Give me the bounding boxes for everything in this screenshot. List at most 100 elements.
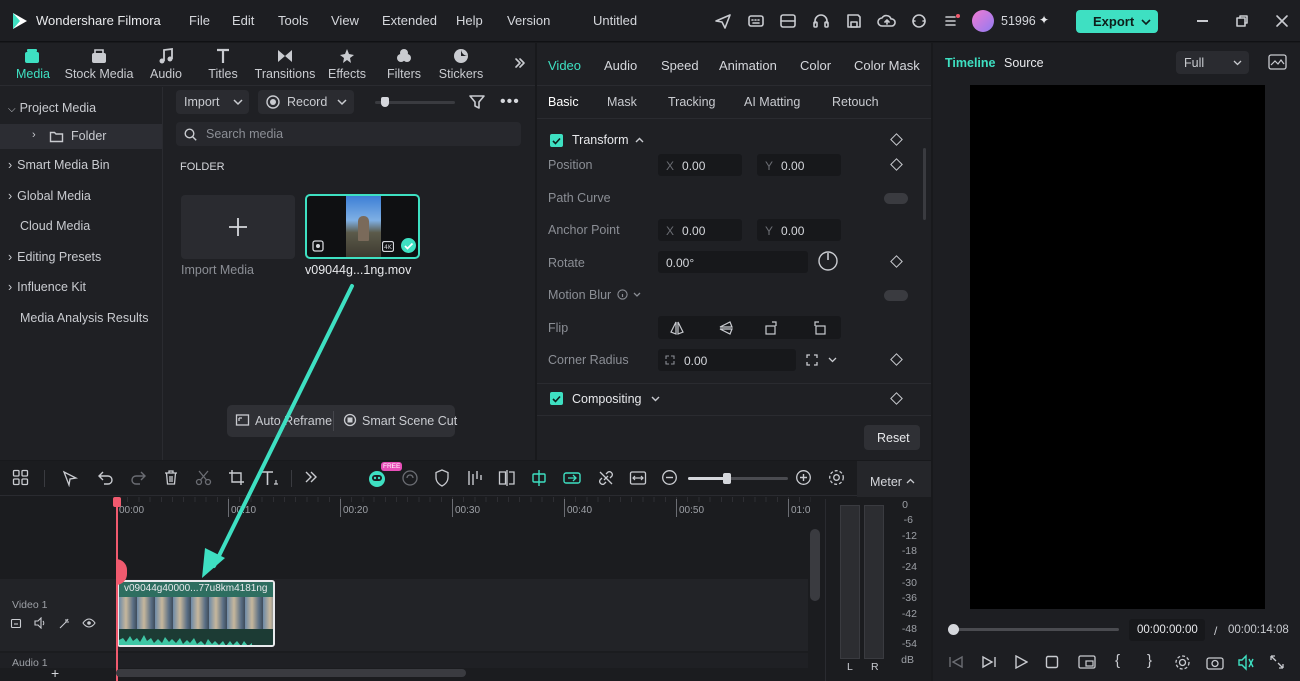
subtab-ai-matting[interactable]: AI Matting	[744, 95, 800, 109]
menu-file[interactable]: File	[189, 13, 210, 28]
corner-radius-field[interactable]: 0.00	[658, 349, 796, 371]
rotate-right-icon[interactable]	[764, 320, 780, 335]
stop-icon[interactable]	[1045, 655, 1059, 669]
eye-icon[interactable]	[82, 618, 96, 628]
effects-track-icon[interactable]	[58, 617, 71, 630]
text-tool-icon[interactable]	[260, 469, 280, 487]
rotate-left-icon[interactable]	[811, 320, 827, 335]
chevron-up-icon[interactable]	[635, 137, 644, 143]
more-tools-icon[interactable]	[304, 469, 318, 485]
support-icon[interactable]	[910, 12, 928, 30]
link-icon[interactable]	[597, 469, 615, 487]
speed-ramp-icon[interactable]	[401, 469, 419, 487]
info-icon[interactable]	[617, 289, 628, 300]
zoom-out-icon[interactable]	[661, 469, 678, 486]
timeline-settings-icon[interactable]	[828, 469, 845, 486]
media-clip-thumbnail[interactable]: 4K	[305, 194, 420, 259]
menu-version[interactable]: Version	[507, 13, 550, 28]
toolbar-more-icon[interactable]	[514, 57, 526, 69]
menu-edit[interactable]: Edit	[232, 13, 254, 28]
export-button[interactable]: Export	[1076, 10, 1158, 33]
rotate-dial-icon[interactable]	[817, 250, 839, 272]
camera-icon[interactable]	[1206, 655, 1224, 670]
zoom-in-icon[interactable]	[795, 469, 812, 486]
search-input[interactable]: Search media	[176, 122, 521, 146]
transform-checkbox[interactable]	[550, 134, 563, 147]
keyboard-icon[interactable]	[747, 12, 765, 30]
subtab-retouch[interactable]: Retouch	[832, 95, 879, 109]
quality-select[interactable]: Full	[1176, 51, 1249, 74]
keyframe-icon[interactable]	[890, 133, 903, 146]
flip-vertical-icon[interactable]	[718, 320, 734, 335]
menu-view[interactable]: View	[331, 13, 359, 28]
more-options-icon[interactable]: •••	[500, 93, 520, 111]
expand-icon[interactable]	[1270, 655, 1284, 669]
tab-source[interactable]: Source	[1004, 56, 1044, 70]
keyframe-icon[interactable]	[890, 158, 903, 171]
sidebar-item-folder[interactable]: › Folder	[0, 124, 162, 149]
mark-out-icon[interactable]: }	[1147, 652, 1152, 669]
sidebar-item-cloud-media[interactable]: Cloud Media	[20, 219, 90, 233]
sidebar-item-smart-media-bin[interactable]: › Smart Media Bin	[8, 158, 110, 172]
menu-help[interactable]: Help	[456, 13, 483, 28]
delete-icon[interactable]	[163, 469, 179, 486]
tab-color-mask[interactable]: Color Mask	[854, 58, 920, 73]
chevron-down-icon[interactable]	[828, 357, 837, 363]
snap-icon[interactable]	[530, 469, 548, 487]
reset-button[interactable]: Reset	[864, 425, 920, 450]
tab-color[interactable]: Color	[800, 58, 831, 73]
close-icon[interactable]	[1275, 14, 1289, 28]
keyframe-icon[interactable]	[890, 392, 903, 405]
path-curve-toggle[interactable]	[884, 193, 908, 204]
avatar[interactable]	[972, 10, 994, 32]
timeline-horizontal-scrollbar[interactable]	[116, 669, 466, 677]
import-button[interactable]: Import	[176, 90, 249, 114]
slider-handle[interactable]	[381, 97, 389, 107]
chevron-down-icon[interactable]	[651, 396, 660, 402]
mark-in-icon[interactable]: {	[1115, 652, 1120, 669]
zoom-slider[interactable]	[688, 473, 788, 484]
play-icon[interactable]	[1014, 655, 1028, 669]
position-y-field[interactable]: Y 0.00	[757, 154, 841, 176]
save-icon[interactable]	[845, 12, 863, 30]
tab-animation[interactable]: Animation	[719, 58, 777, 73]
sidebar-item-global-media[interactable]: › Global Media	[8, 189, 91, 203]
anchor-y-field[interactable]: Y 0.00	[757, 219, 841, 241]
next-frame-icon[interactable]	[981, 655, 997, 669]
motion-blur-toggle[interactable]	[884, 290, 908, 301]
redo-icon[interactable]	[130, 469, 147, 486]
volume-icon[interactable]	[34, 617, 47, 629]
audio-beat-icon[interactable]	[466, 469, 484, 487]
shield-icon[interactable]	[434, 469, 450, 487]
timeline-video-clip[interactable]: v09044g40000...77u8km4181ng	[117, 580, 275, 647]
anchor-x-field[interactable]: X 0.00	[658, 219, 742, 241]
flip-horizontal-icon[interactable]	[669, 320, 685, 335]
chevron-down-icon[interactable]	[633, 292, 641, 298]
sidebar-item-influence-kit[interactable]: › Influence Kit	[8, 280, 86, 294]
sidebar-item-project-media[interactable]: ⌵ Project Media	[8, 101, 96, 115]
layout-icon[interactable]	[779, 12, 797, 30]
keyframe-icon[interactable]	[890, 353, 903, 366]
auto-ripple-icon[interactable]	[562, 469, 582, 487]
subtab-tracking[interactable]: Tracking	[668, 95, 715, 109]
fit-timeline-icon[interactable]	[629, 469, 647, 487]
filter-icon[interactable]	[468, 94, 486, 110]
current-time[interactable]: 00:00:00:00	[1129, 619, 1205, 641]
properties-scrollbar[interactable]	[923, 148, 926, 220]
scissors-icon[interactable]	[195, 469, 212, 486]
tab-video[interactable]: Video	[548, 58, 581, 73]
playhead[interactable]	[116, 497, 118, 681]
fullscreen-preview-icon[interactable]	[1078, 654, 1096, 670]
meter-toggle[interactable]: Meter	[857, 461, 931, 497]
menu-tools[interactable]: Tools	[278, 13, 308, 28]
progress-handle[interactable]	[948, 624, 959, 635]
add-track-icon[interactable]: +	[51, 665, 59, 681]
ai-mate-button[interactable]: FREE	[367, 462, 403, 488]
crop-icon[interactable]	[228, 469, 245, 486]
corner-expand-icon[interactable]	[806, 354, 818, 366]
cloud-upload-icon[interactable]	[877, 12, 897, 30]
tab-timeline[interactable]: Timeline	[945, 56, 995, 70]
subtab-basic[interactable]: Basic	[548, 95, 579, 109]
layout-grid-icon[interactable]	[12, 469, 29, 486]
menu-extended[interactable]: Extended	[382, 13, 437, 28]
